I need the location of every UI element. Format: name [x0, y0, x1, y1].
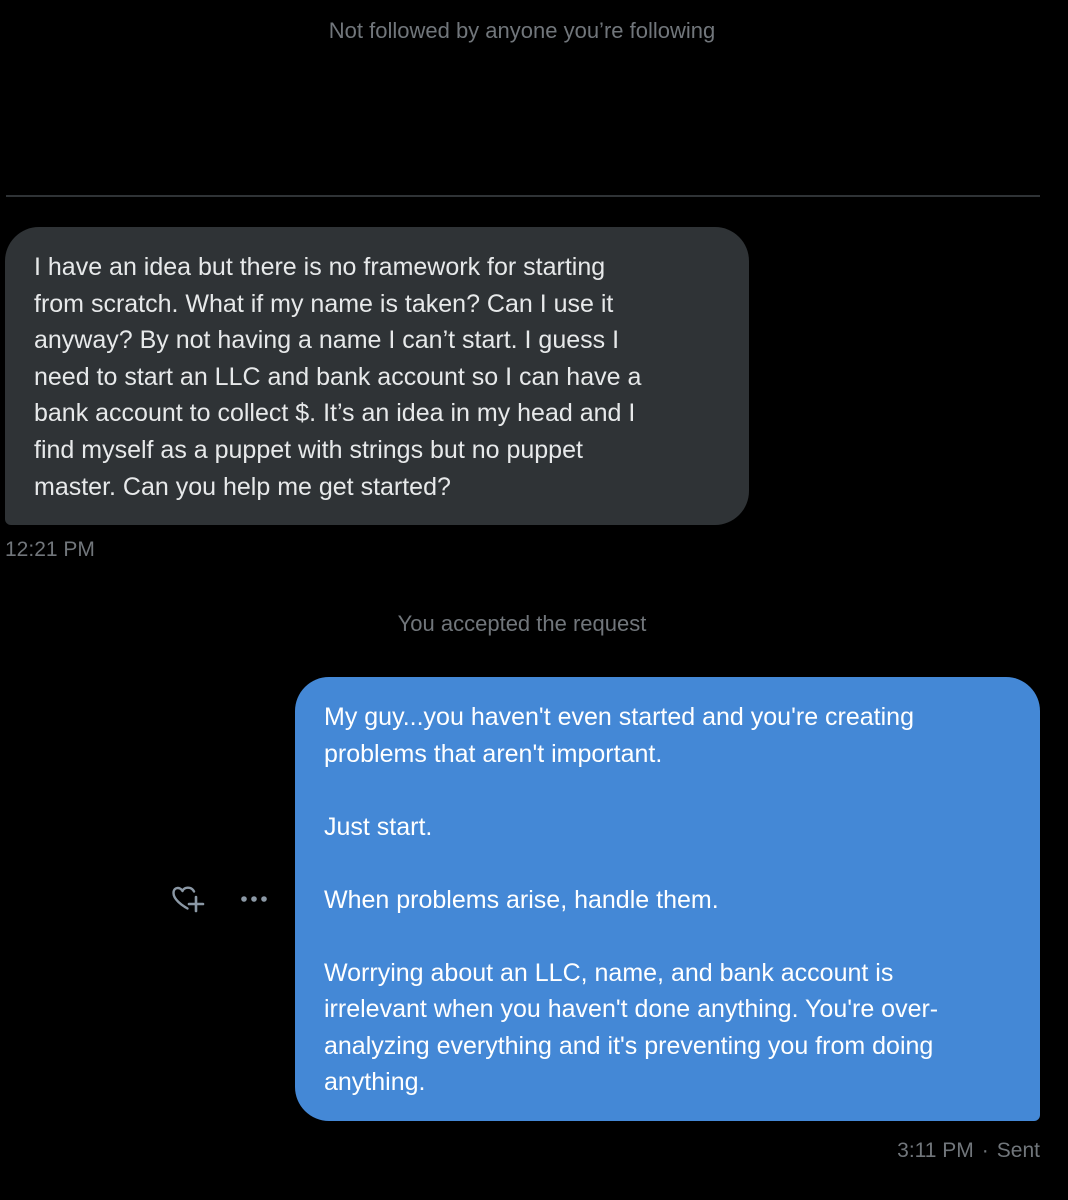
divider: [6, 195, 1040, 197]
request-accepted-notice: You accepted the request: [397, 611, 647, 636]
not-followed-notice: Not followed by anyone you’re following: [328, 18, 716, 43]
incoming-message-bubble[interactable]: I have an idea but there is no framework…: [5, 227, 749, 525]
outgoing-message-meta: 3:11 PM · Sent: [897, 1139, 1040, 1163]
incoming-message-timestamp: 12:21 PM: [5, 538, 95, 561]
outgoing-message-bubble[interactable]: My guy...you haven't even started and yo…: [295, 677, 1040, 1121]
react-button[interactable]: [172, 883, 208, 915]
outgoing-message-timestamp: 3:11 PM: [897, 1139, 974, 1162]
more-options-button[interactable]: [236, 885, 272, 913]
meta-separator: ·: [981, 1139, 989, 1162]
more-horizontal-icon: [241, 896, 267, 902]
heart-plus-icon: [172, 886, 205, 913]
message-status: Sent: [996, 1139, 1040, 1162]
